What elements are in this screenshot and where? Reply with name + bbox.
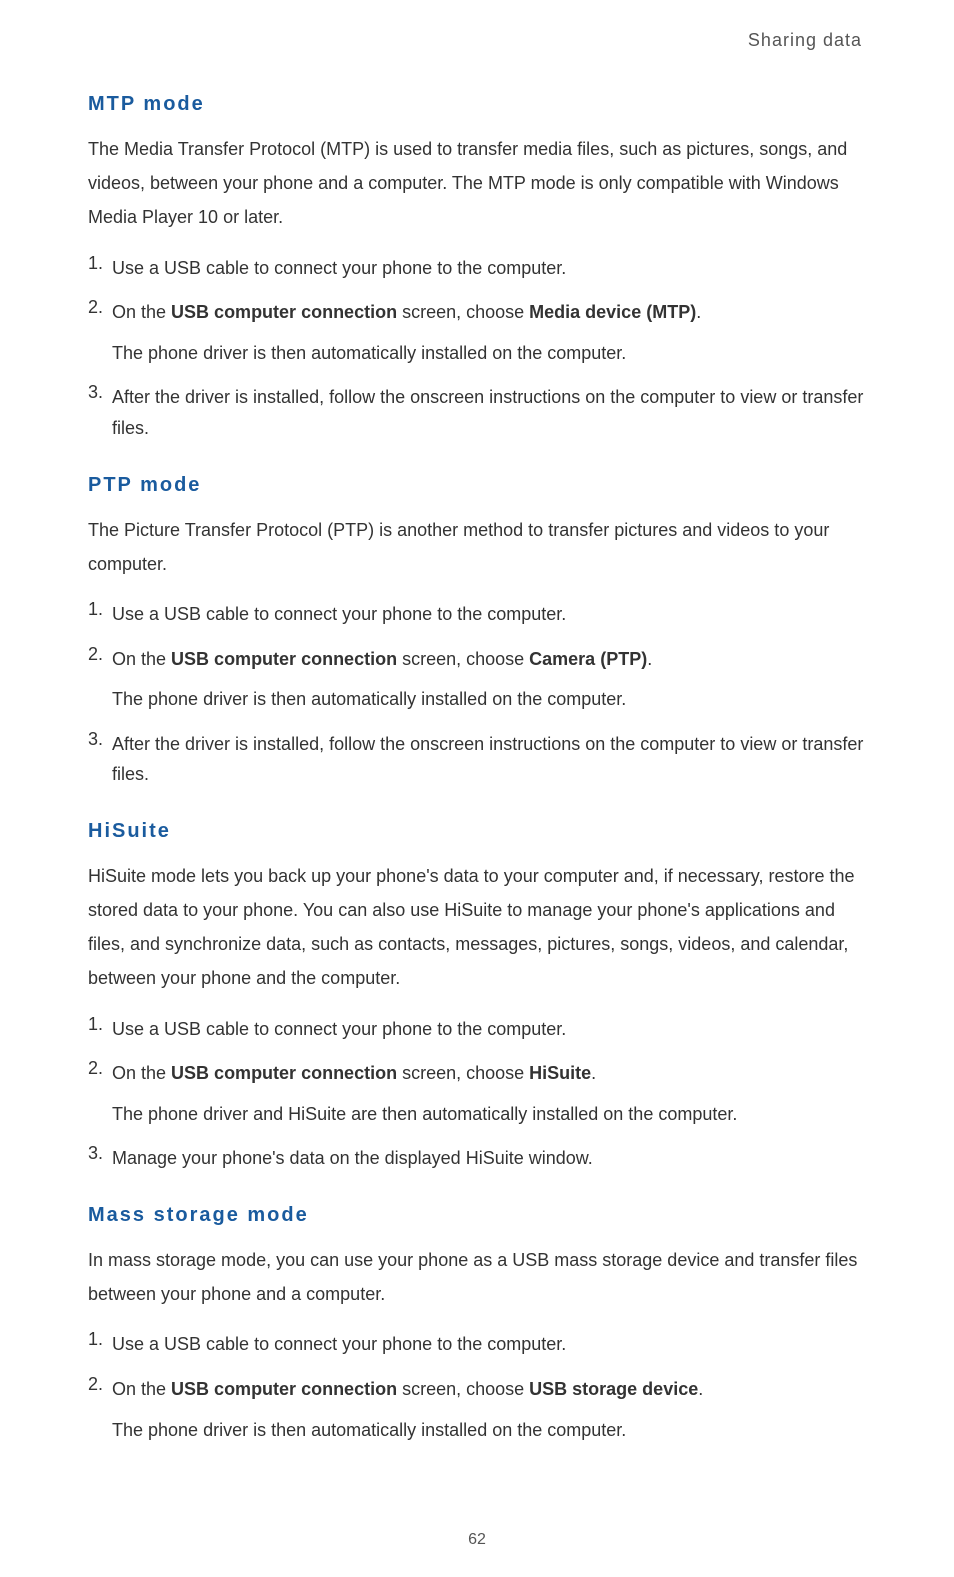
list-text: On the USB computer connection screen, c… xyxy=(112,297,866,368)
list-subtext: The phone driver and HiSuite are then au… xyxy=(112,1099,866,1130)
list-item: 2. On the USB computer connection screen… xyxy=(88,1374,866,1445)
ptp-steps: 1. Use a USB cable to connect your phone… xyxy=(88,599,866,790)
list-number: 2. xyxy=(88,1374,112,1445)
list-text: On the USB computer connection screen, c… xyxy=(112,644,866,715)
page-number: 62 xyxy=(0,1531,954,1549)
list-number: 2. xyxy=(88,297,112,368)
text-fragment: . xyxy=(591,1063,596,1083)
bold-text: USB storage device xyxy=(529,1379,698,1399)
text-fragment: On the xyxy=(112,1379,171,1399)
list-item: 1. Use a USB cable to connect your phone… xyxy=(88,599,866,630)
list-text: Use a USB cable to connect your phone to… xyxy=(112,253,866,284)
hisuite-steps: 1. Use a USB cable to connect your phone… xyxy=(88,1014,866,1174)
bold-text: USB computer connection xyxy=(171,302,397,322)
section-title-mtp: MTP mode xyxy=(88,93,866,116)
list-number: 3. xyxy=(88,1143,112,1174)
list-text: On the USB computer connection screen, c… xyxy=(112,1058,866,1129)
list-item: 1. Use a USB cable to connect your phone… xyxy=(88,1014,866,1045)
hisuite-intro: HiSuite mode lets you back up your phone… xyxy=(88,859,866,996)
bold-text: Media device (MTP) xyxy=(529,302,696,322)
list-subtext: The phone driver is then automatically i… xyxy=(112,338,866,369)
header-label: Sharing data xyxy=(88,30,866,51)
list-text: After the driver is installed, follow th… xyxy=(112,729,866,790)
text-fragment: . xyxy=(698,1379,703,1399)
list-item: 3. Manage your phone's data on the displ… xyxy=(88,1143,866,1174)
list-number: 3. xyxy=(88,729,112,790)
text-fragment: On the xyxy=(112,1063,171,1083)
mtp-intro: The Media Transfer Protocol (MTP) is use… xyxy=(88,132,866,235)
list-number: 2. xyxy=(88,1058,112,1129)
list-item: 1. Use a USB cable to connect your phone… xyxy=(88,253,866,284)
text-fragment: screen, choose xyxy=(397,1379,529,1399)
text-fragment: screen, choose xyxy=(397,302,529,322)
list-number: 1. xyxy=(88,253,112,284)
list-text: On the USB computer connection screen, c… xyxy=(112,1374,866,1445)
list-number: 1. xyxy=(88,599,112,630)
mass-intro: In mass storage mode, you can use your p… xyxy=(88,1243,866,1311)
bold-text: USB computer connection xyxy=(171,649,397,669)
list-text: After the driver is installed, follow th… xyxy=(112,382,866,443)
mtp-steps: 1. Use a USB cable to connect your phone… xyxy=(88,253,866,444)
list-text: Manage your phone's data on the displaye… xyxy=(112,1143,866,1174)
list-subtext: The phone driver is then automatically i… xyxy=(112,684,866,715)
list-number: 3. xyxy=(88,382,112,443)
list-text: Use a USB cable to connect your phone to… xyxy=(112,599,866,630)
bold-text: Camera (PTP) xyxy=(529,649,647,669)
bold-text: USB computer connection xyxy=(171,1063,397,1083)
list-number: 2. xyxy=(88,644,112,715)
document-page: Sharing data MTP mode The Media Transfer… xyxy=(0,0,954,1577)
section-title-hisuite: HiSuite xyxy=(88,820,866,843)
list-item: 2. On the USB computer connection screen… xyxy=(88,644,866,715)
list-item: 3. After the driver is installed, follow… xyxy=(88,729,866,790)
list-text: Use a USB cable to connect your phone to… xyxy=(112,1014,866,1045)
list-number: 1. xyxy=(88,1329,112,1360)
list-item: 1. Use a USB cable to connect your phone… xyxy=(88,1329,866,1360)
section-title-mass: Mass storage mode xyxy=(88,1204,866,1227)
mass-steps: 1. Use a USB cable to connect your phone… xyxy=(88,1329,866,1445)
text-fragment: On the xyxy=(112,302,171,322)
list-item: 2. On the USB computer connection screen… xyxy=(88,297,866,368)
bold-text: HiSuite xyxy=(529,1063,591,1083)
section-title-ptp: PTP mode xyxy=(88,474,866,497)
bold-text: USB computer connection xyxy=(171,1379,397,1399)
list-subtext: The phone driver is then automatically i… xyxy=(112,1415,866,1446)
text-fragment: screen, choose xyxy=(397,1063,529,1083)
list-number: 1. xyxy=(88,1014,112,1045)
text-fragment: screen, choose xyxy=(397,649,529,669)
list-item: 3. After the driver is installed, follow… xyxy=(88,382,866,443)
list-item: 2. On the USB computer connection screen… xyxy=(88,1058,866,1129)
text-fragment: . xyxy=(647,649,652,669)
ptp-intro: The Picture Transfer Protocol (PTP) is a… xyxy=(88,513,866,581)
text-fragment: . xyxy=(696,302,701,322)
list-text: Use a USB cable to connect your phone to… xyxy=(112,1329,866,1360)
text-fragment: On the xyxy=(112,649,171,669)
